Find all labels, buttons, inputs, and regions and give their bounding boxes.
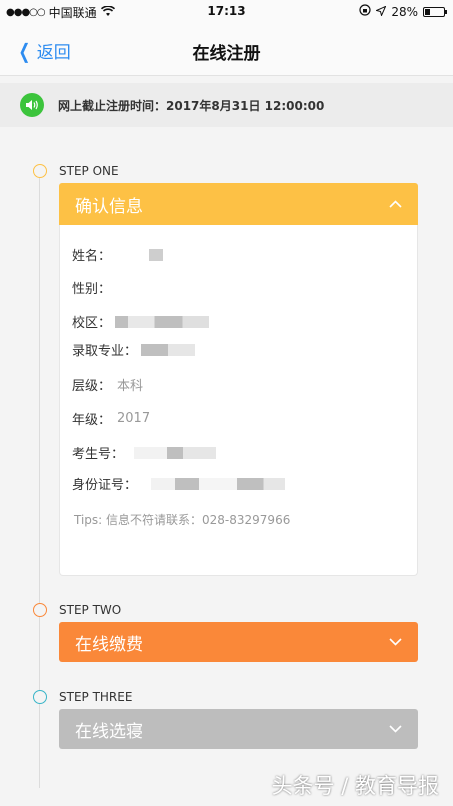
major-value-redacted — [141, 343, 196, 356]
id-number-row: 身份证号： — [72, 474, 286, 493]
confirm-info-panel: 姓名： 性别： 校区： 录取专业： 层级： 本科 年级： 2017 考生号： 身… — [59, 225, 418, 576]
campus-value-redacted — [115, 315, 210, 328]
exam-number-row: 考生号： — [72, 443, 217, 462]
name-row: 姓名： — [72, 245, 164, 264]
status-bar: ●●●○○ 中国联通 17:13 28% — [0, 0, 453, 24]
step-one-label: STEP ONE — [59, 164, 119, 178]
step-two-marker — [33, 603, 47, 617]
name-value-redacted — [149, 248, 164, 261]
chevron-down-icon — [389, 635, 402, 650]
step-one-header[interactable]: 确认信息 — [59, 183, 418, 225]
campus-label: 校区： — [72, 316, 112, 331]
gender-label: 性别： — [72, 282, 112, 297]
page-title: 在线注册 — [192, 44, 261, 64]
exam-number-redacted — [134, 446, 217, 459]
grade-label: 年级： — [72, 413, 112, 428]
watermark: 头条号 / 教育导报 — [271, 774, 439, 798]
gender-row: 性别： — [72, 278, 111, 297]
step-three-title: 在线选寝 — [75, 721, 143, 742]
step-one-marker — [33, 164, 47, 178]
step-two-title: 在线缴费 — [75, 634, 143, 655]
name-label: 姓名： — [72, 249, 112, 264]
step-one-title: 确认信息 — [75, 196, 143, 217]
level-value: 本科 — [117, 379, 144, 394]
step-two-header[interactable]: 在线缴费 — [59, 622, 418, 662]
status-right: 28% — [359, 4, 447, 19]
chevron-down-icon — [389, 722, 402, 737]
battery-percent: 28% — [391, 4, 418, 19]
level-label: 层级： — [72, 379, 112, 394]
tips-text: Tips: 信息不符请联系：028-83297966 — [74, 513, 291, 527]
chevron-up-icon — [389, 197, 402, 212]
step-two-label: STEP TWO — [59, 603, 122, 617]
step-three-label: STEP THREE — [59, 690, 133, 704]
battery-icon — [423, 6, 447, 17]
location-icon — [375, 5, 387, 19]
step-three-header[interactable]: 在线选寝 — [59, 709, 418, 749]
deadline-banner: 网上截止注册时间：2017年8月31日 12:00:00 — [0, 83, 453, 127]
step-three-marker — [33, 690, 47, 704]
grade-row: 年级： 2017 — [72, 409, 150, 428]
orientation-lock-icon — [359, 4, 371, 19]
id-number-label: 身份证号： — [72, 478, 138, 493]
exam-number-label: 考生号： — [72, 447, 125, 462]
id-number-redacted — [151, 477, 286, 490]
nav-bar: ❮ 返回 在线注册 — [0, 24, 453, 76]
campus-row: 校区： — [72, 312, 210, 331]
speaker-icon — [20, 93, 44, 117]
level-row: 层级： 本科 — [72, 375, 143, 394]
major-row: 录取专业： — [72, 340, 196, 359]
deadline-text: 网上截止注册时间：2017年8月31日 12:00:00 — [58, 98, 325, 113]
major-label: 录取专业： — [72, 344, 138, 359]
grade-value: 2017 — [117, 411, 151, 426]
